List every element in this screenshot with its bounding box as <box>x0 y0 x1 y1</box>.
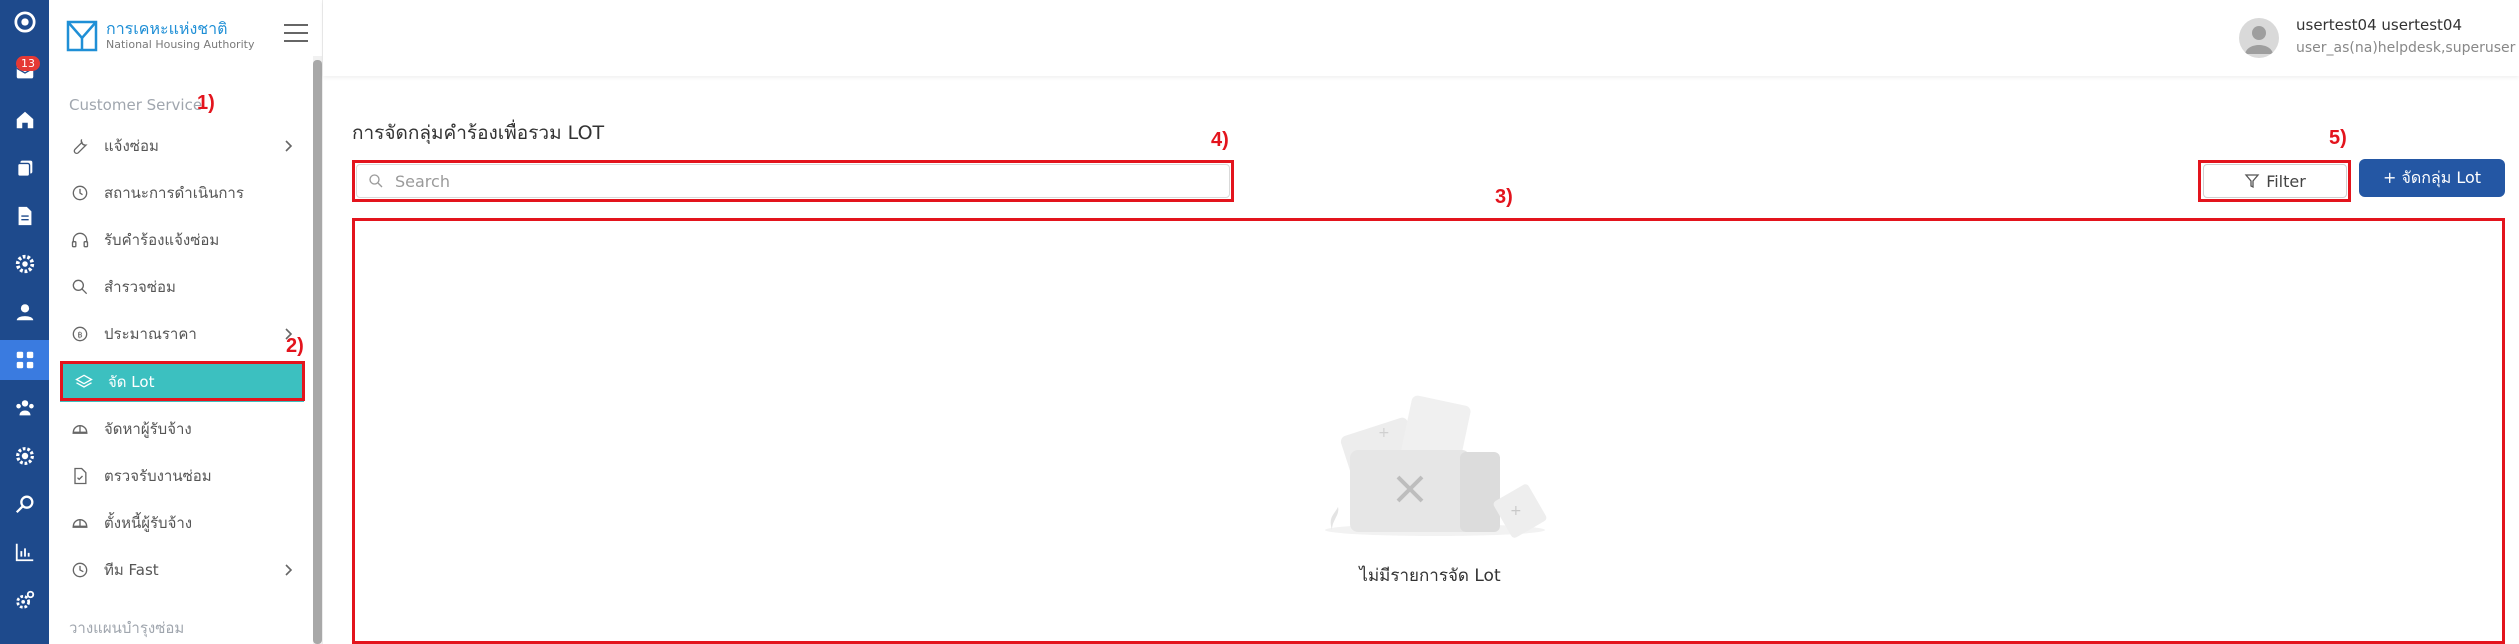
sidebar-item-estimate[interactable]: ฿ ประมาณราคา <box>56 314 306 354</box>
hamburger-menu-icon[interactable] <box>284 24 308 44</box>
document-icon[interactable] <box>0 196 49 236</box>
sidebar-item-label: สำรวจซ่อม <box>104 278 176 296</box>
sidebar-item-team-fast[interactable]: ทีม Fast <box>56 550 306 590</box>
search-icon[interactable] <box>0 484 49 524</box>
icon-rail: 13 <box>0 0 49 644</box>
cog-icon[interactable] <box>0 580 49 620</box>
sidebar-item-label: แจ้งซ่อม <box>104 137 159 155</box>
sidebar-item-label: จัดหาผู้รับจ้าง <box>104 420 192 438</box>
chevron-right-icon <box>285 564 293 576</box>
chart-icon[interactable] <box>0 532 49 572</box>
top-bar <box>323 0 2519 76</box>
sidebar-item-contractor-debt[interactable]: ตั้งหนี้ผู้รับจ้าง <box>56 503 306 543</box>
gear-icon[interactable] <box>0 244 49 284</box>
sidebar-item-status[interactable]: สถานะการดำเนินการ <box>56 173 306 213</box>
avatar[interactable] <box>2239 18 2279 58</box>
clock-icon <box>72 562 88 578</box>
annotation-label-5: 5) <box>2329 127 2347 149</box>
sidebar-section-maintenance-plan: วางแผนบำรุงซ่อม <box>69 619 185 637</box>
sidebar-item-inspect-work[interactable]: ตรวจรับงานซ่อม <box>56 456 306 496</box>
annotation-box-list-panel <box>352 218 2505 644</box>
dashboard-icon[interactable] <box>0 340 49 380</box>
sidebar-item-label: ทีม Fast <box>104 561 159 579</box>
page-title: การจัดกลุ่มคำร้องเพื่อรวม LOT <box>352 122 605 144</box>
sidebar-item-survey[interactable]: สำรวจซ่อม <box>56 267 306 307</box>
notification-badge: 13 <box>16 56 40 71</box>
user-icon[interactable] <box>0 292 49 332</box>
settings-icon[interactable] <box>0 436 49 476</box>
helmet-icon <box>72 519 88 528</box>
sidebar-item-label: ตั้งหนี้ผู้รับจ้าง <box>104 514 193 532</box>
user-role: user_as(na)helpdesk,superuser <box>2296 40 2516 56</box>
sidebar-item-repair-request[interactable]: แจ้งซ่อม <box>56 126 306 166</box>
svg-text:฿: ฿ <box>77 329 82 339</box>
headset-icon <box>71 232 89 248</box>
user-name: usertest04 usertest04 <box>2296 16 2462 34</box>
wrench-icon <box>73 139 88 154</box>
doc-check-icon <box>74 467 87 485</box>
chevron-right-icon <box>285 140 293 152</box>
history-icon <box>72 185 88 201</box>
app-root: 13 การเคหะแห่งชาติ National Housing Auth… <box>0 0 2519 644</box>
team-icon[interactable] <box>0 388 49 428</box>
annotation-box-filter <box>2198 160 2351 202</box>
annotation-label-2: 2) <box>286 335 304 357</box>
brand-logo[interactable]: การเคหะแห่งชาติ National Housing Authori… <box>66 20 254 52</box>
sidebar-item-procure-contractor[interactable]: จัดหาผู้รับจ้าง <box>56 409 306 449</box>
copy-icon[interactable] <box>0 148 49 188</box>
sidebar-item-receive-request[interactable]: รับคำร้องแจ้งซ่อม <box>56 220 306 260</box>
price-icon: ฿ <box>72 326 88 342</box>
annotation-label-3: 3) <box>1495 186 1513 208</box>
sidebar-item-label: ประมาณราคา <box>104 325 197 343</box>
annotation-label-4: 4) <box>1211 129 1229 151</box>
brand-name-en: National Housing Authority <box>106 38 255 51</box>
sidebar-section-label: Customer Service <box>69 96 203 114</box>
sidebar-item-label: สถานะการดำเนินการ <box>104 184 244 202</box>
add-lot-group-button[interactable]: + จัดกลุ่ม Lot <box>2359 159 2505 197</box>
sidebar-scrollbar-thumb[interactable] <box>313 60 322 644</box>
nha-logo-icon <box>66 20 98 52</box>
annotation-box-search <box>352 160 1234 202</box>
user-avatar-icon <box>2245 26 2273 54</box>
helmet-icon <box>72 425 88 434</box>
sidebar-item-label: ตรวจรับงานซ่อม <box>104 467 212 485</box>
home-icon[interactable] <box>0 100 49 140</box>
brand-name-th: การเคหะแห่งชาติ <box>106 19 228 38</box>
sidebar-item-label: รับคำร้องแจ้งซ่อม <box>104 231 220 249</box>
annotation-box-manage-lot <box>60 361 305 401</box>
search-icon <box>72 279 88 295</box>
annotation-label-1: 1) <box>197 92 215 114</box>
logo-icon[interactable] <box>0 2 49 42</box>
